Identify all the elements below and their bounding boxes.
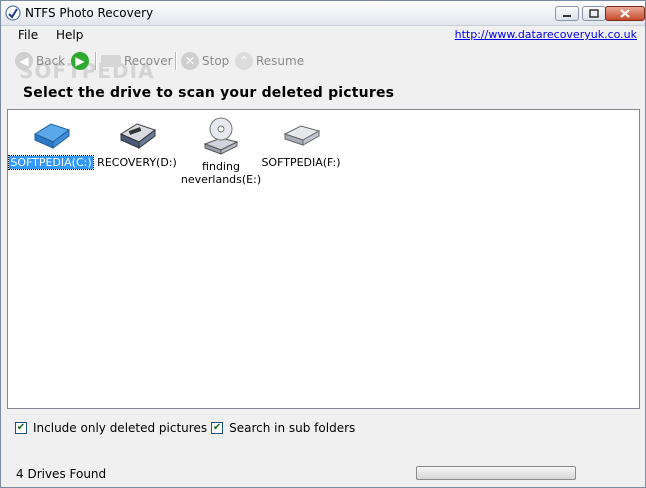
deleted-only-checkbox[interactable]: ✔ [15, 422, 27, 434]
drive-list[interactable]: SOFTPEDIA(C:) RECOVERY(D:) finding never… [7, 109, 640, 409]
toolbar-separator [95, 52, 97, 70]
subfolders-checkbox[interactable]: ✔ [211, 422, 224, 434]
minimize-button[interactable] [555, 6, 579, 21]
cd-drive-icon [203, 117, 239, 155]
forward-button[interactable]: ▶ [71, 50, 92, 72]
window-title: NTFS Photo Recovery [25, 6, 154, 20]
drive-item-f[interactable]: SOFTPEDIA(F:) [258, 116, 344, 169]
drive-item-c[interactable]: SOFTPEDIA(C:) [8, 116, 94, 170]
minimize-icon [563, 15, 571, 17]
menu-file[interactable]: File [18, 28, 38, 42]
drive-label: SOFTPEDIA(C:) [8, 155, 94, 170]
menu-help[interactable]: Help [56, 28, 83, 42]
drive-label: finding neverlands(E:) [180, 160, 262, 186]
stop-icon: ✕ [181, 52, 199, 70]
maximize-icon [589, 9, 599, 18]
resume-button[interactable]: ⌃ Resume [235, 50, 304, 72]
hard-drive-removable-icon [119, 123, 157, 149]
resume-icon: ⌃ [235, 52, 253, 70]
website-link[interactable]: http://www.datarecoveryuk.co.uk [455, 28, 637, 41]
stop-button[interactable]: ✕ Stop [181, 50, 229, 72]
resume-label: Resume [256, 54, 305, 68]
toolbar-separator [175, 52, 177, 70]
drive-label: SOFTPEDIA(F:) [261, 156, 341, 169]
hard-drive-blue-icon [33, 123, 71, 149]
app-icon [5, 5, 21, 21]
back-button[interactable]: ◀ Back [15, 50, 65, 72]
stop-label: Stop [202, 54, 230, 68]
drive-label: RECOVERY(D:) [97, 156, 177, 169]
close-button[interactable] [605, 6, 645, 21]
deleted-only-option[interactable]: ✔ Include only deleted pictures [15, 421, 207, 435]
scan-options: ✔ Include only deleted pictures ✔ Search… [15, 420, 359, 436]
status-text: 4 Drives Found [16, 467, 107, 481]
recover-label: Recover [124, 54, 173, 68]
title-bar[interactable]: NTFS Photo Recovery [1, 1, 645, 26]
back-label: Back [36, 54, 66, 68]
menu-bar: File Help http://www.datarecoveryuk.co.u… [1, 25, 645, 47]
back-arrow-icon: ◀ [15, 52, 33, 70]
forward-arrow-icon: ▶ [71, 52, 89, 70]
maximize-button[interactable] [582, 6, 606, 21]
recover-button[interactable]: Recover [101, 50, 173, 72]
subfolders-option[interactable]: ✔ Search in sub folders [211, 421, 355, 435]
drive-item-d[interactable]: RECOVERY(D:) [94, 116, 180, 169]
recover-drive-icon [101, 55, 121, 67]
drive-item-e[interactable]: finding neverlands(E:) [178, 116, 264, 186]
scan-progress-bar [416, 466, 576, 480]
app-window: NTFS Photo Recovery File Help http://www… [0, 0, 646, 488]
close-icon [620, 9, 630, 18]
deleted-only-label: Include only deleted pictures [33, 421, 208, 435]
page-heading: Select the drive to scan your deleted pi… [23, 85, 395, 101]
toolbar: ◀ Back ▶ Recover ✕ Stop ⌃ Resume [7, 47, 643, 75]
hard-drive-gray-icon [283, 125, 321, 146]
subfolders-label: Search in sub folders [229, 421, 356, 435]
